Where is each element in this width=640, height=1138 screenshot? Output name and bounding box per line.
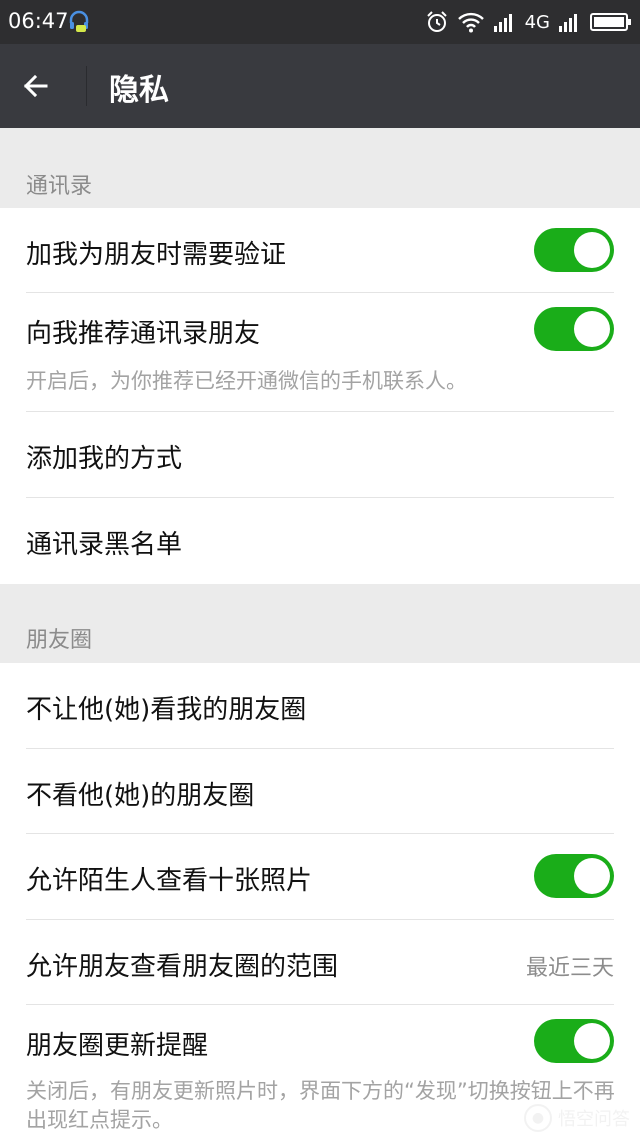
- toggle-knob: [574, 311, 610, 347]
- wifi-icon: [457, 12, 484, 33]
- section-title: 通讯录: [26, 174, 93, 199]
- status-bar: 06:47 4G: [0, 0, 640, 44]
- section-header-moments: 朋友圈: [0, 584, 640, 663]
- toggle-knob: [574, 858, 610, 894]
- setting-label: 通讯录黑名单: [26, 530, 183, 560]
- battery-icon: [590, 13, 631, 31]
- alarm-icon: [426, 11, 447, 32]
- toggle-switch[interactable]: [534, 228, 614, 272]
- setting-add-me-methods[interactable]: 添加我的方式: [0, 412, 640, 498]
- toggle-switch[interactable]: [534, 307, 614, 351]
- setting-label: 不看他(她)的朋友圈: [26, 781, 255, 811]
- setting-label: 朋友圈更新提醒: [26, 1031, 209, 1061]
- section-header-contacts: 通讯录: [0, 128, 640, 208]
- watermark: ● 悟空问答: [524, 1104, 630, 1132]
- app-header: 隐私: [0, 44, 640, 128]
- setting-label: 允许朋友查看朋友圈的范围: [26, 952, 339, 982]
- setting-stranger-ten-photos[interactable]: 允许陌生人查看十张照片: [0, 834, 640, 920]
- moments-group: 不让他(她)看我的朋友圈 不看他(她)的朋友圈 允许陌生人查看十张照片 允许朋友…: [0, 663, 640, 1138]
- arrow-left-icon[interactable]: [14, 64, 58, 108]
- setting-contacts-blacklist[interactable]: 通讯录黑名单: [0, 498, 640, 584]
- section-title: 朋友圈: [26, 628, 93, 653]
- signal-icon: [559, 14, 577, 32]
- setting-hide-their-moments[interactable]: 不看他(她)的朋友圈: [0, 749, 640, 834]
- headset-icon: [69, 10, 89, 32]
- toggle-switch[interactable]: [534, 1019, 614, 1063]
- status-icons: 4G: [425, 8, 632, 36]
- setting-label: 加我为朋友时需要验证: [26, 240, 287, 270]
- setting-label: 允许陌生人查看十张照片: [26, 866, 313, 896]
- setting-moments-visible-range[interactable]: 允许朋友查看朋友圈的范围 最近三天: [0, 920, 640, 1005]
- setting-description: 开启后，为你推荐已经开通微信的手机联系人。: [26, 369, 467, 393]
- setting-label: 不让他(她)看我的朋友圈: [26, 695, 307, 725]
- toggle-knob: [574, 1023, 610, 1059]
- signal-icon: [493, 14, 512, 32]
- network-type: 4G: [524, 11, 550, 33]
- watermark-logo-icon: ●: [524, 1104, 552, 1132]
- page-title: 隐私: [109, 73, 169, 108]
- setting-recommend-contacts[interactable]: 向我推荐通讯录朋友 开启后，为你推荐已经开通微信的手机联系人。: [0, 293, 640, 412]
- toggle-knob: [574, 232, 610, 268]
- contacts-group: 加我为朋友时需要验证 向我推荐通讯录朋友 开启后，为你推荐已经开通微信的手机联系…: [0, 208, 640, 584]
- setting-hide-my-moments[interactable]: 不让他(她)看我的朋友圈: [0, 663, 640, 749]
- toggle-switch[interactable]: [534, 854, 614, 898]
- header-divider: [86, 66, 87, 106]
- setting-label: 向我推荐通讯录朋友: [26, 319, 261, 349]
- setting-verify-friend-request[interactable]: 加我为朋友时需要验证: [0, 208, 640, 293]
- watermark-text: 悟空问答: [558, 1109, 630, 1130]
- setting-value: 最近三天: [525, 956, 614, 981]
- status-time: 06:47: [8, 9, 69, 33]
- setting-label: 添加我的方式: [26, 444, 183, 474]
